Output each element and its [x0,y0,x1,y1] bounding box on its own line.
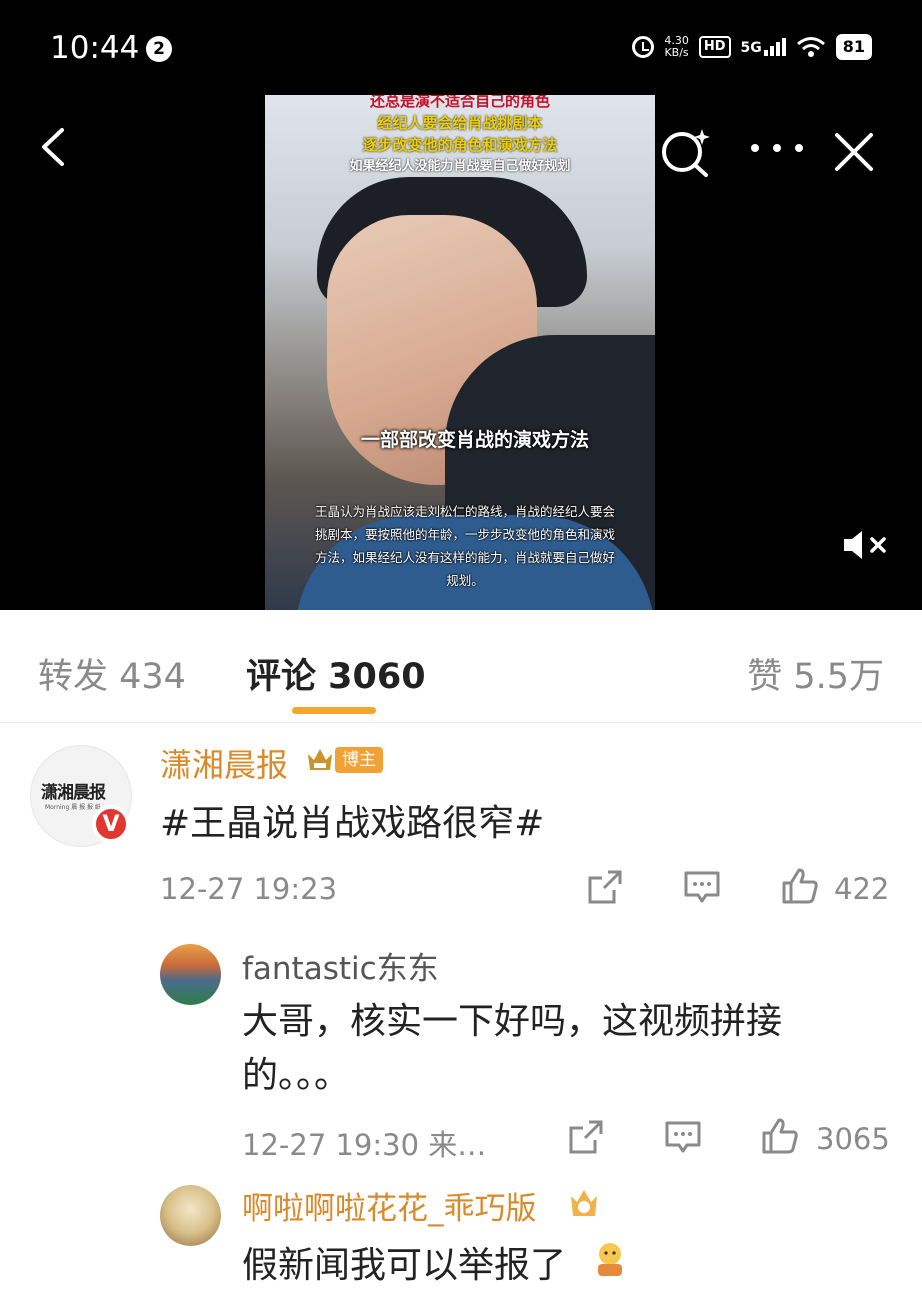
battery-indicator: 81 [835,34,872,60]
notification-badge: 2 [146,36,172,62]
thumbs-up-icon[interactable] [780,866,820,906]
status-bar: 10:44 2 4.30 KB/s HD 5G 81 [0,0,922,95]
alarm-icon [632,36,655,58]
search-icon[interactable] [658,125,714,177]
video-caption-line-1: 还总是演不适合自己的角色 [369,95,550,110]
reply-time: 12-27 19:30 来… [242,1128,487,1162]
tab-comments[interactable]: 评论 3060 [246,648,426,699]
crown-icon [308,749,332,770]
avatar-logo-text: 潇湘晨报 [41,783,106,803]
author-tag: 博主 [335,747,383,773]
medal-icon [571,1190,597,1216]
tab-repost[interactable]: 转发 434 [38,648,186,699]
video-caption-line-2: 经纪人要会给肖战挑剧本 [377,114,543,132]
like-count: 3065 [816,1122,890,1156]
video-caption-line-3: 逐步改变他的角色和演戏方法 [362,136,558,154]
close-icon[interactable] [833,131,875,173]
mute-icon[interactable] [840,527,892,563]
video-subtitle: 王晶认为肖战应该走刘松仁的路线，肖战的经纪人要会挑剧本，要按照他的年龄，一步步改… [314,504,615,588]
status-icons: 4.30 KB/s HD 5G 81 [632,34,872,60]
tab-likes[interactable]: 赞 5.5万 [747,648,884,699]
comment-time: 12-27 19:23 [160,872,338,906]
like-count: 422 [834,872,890,906]
reply-text[interactable]: 假新闻我可以举报了 [242,1236,566,1288]
engagement-tabs: 转发 434 评论 3060 赞 5.5万 [0,610,922,723]
comment-username[interactable]: 潇湘晨报 [160,740,288,786]
hd-icon: HD [698,36,731,58]
more-icon[interactable] [748,135,806,161]
video-player[interactable]: 还总是演不适合自己的角色 经纪人要会给肖战挑剧本 逐步改变他的角色和演戏方法 如… [0,95,922,610]
comment-text[interactable]: #王晶说肖战戏路很窄# [160,794,544,846]
wifi-icon [796,37,825,57]
active-tab-indicator [292,707,376,714]
video-caption-main: 一部部改变肖战的演戏方法 [360,429,589,451]
clock: 10:44 [50,30,140,66]
thumbs-up-icon[interactable] [760,1116,800,1156]
avatar[interactable] [160,944,221,1005]
reply-username[interactable]: fantastic东东 [242,943,439,988]
share-icon[interactable] [567,1118,605,1156]
share-icon[interactable] [586,868,624,906]
video-caption-line-4: 如果经纪人没能力肖战要自己做好规划 [349,159,571,174]
verified-badge: V [92,805,130,843]
video-frame[interactable]: 还总是演不适合自己的角色 经纪人要会给肖战挑剧本 逐步改变他的角色和演戏方法 如… [265,95,655,610]
avatar[interactable] [160,1185,221,1246]
emoji-icon [598,1243,622,1276]
network-speed: 4.30 KB/s [664,34,689,59]
reply-icon[interactable] [683,868,721,906]
reply-username[interactable]: 啊啦啊啦花花_乖巧版 [242,1183,537,1228]
avatar-logo-subtext: Morning 晨 报 报 纸 [45,804,101,811]
cellular-signal-icon: 5G [741,38,786,56]
back-arrow-icon[interactable] [38,127,68,167]
reply-icon[interactable] [664,1118,702,1156]
reply-text[interactable]: 大哥，核实一下好吗，这视频拼接的。。。 [242,995,862,1103]
